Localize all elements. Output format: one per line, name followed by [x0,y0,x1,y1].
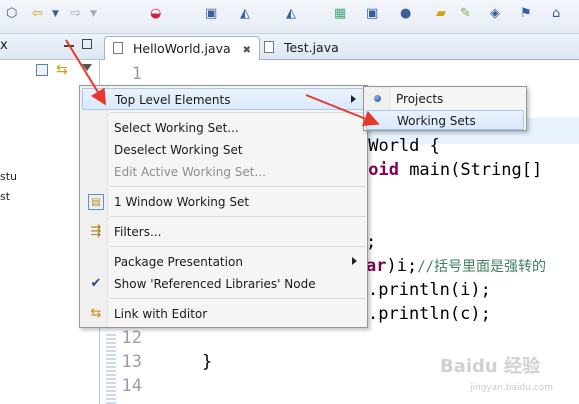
submenu-item-working-sets[interactable]: Working Sets [366,110,524,130]
chevron-down-icon[interactable]: ▼ [52,4,59,24]
menu-item-label: Projects [396,92,444,106]
code-line[interactable]: ar)i;//括号里面是强转的 [366,256,546,276]
checkmark-icon: ✔ [90,276,102,291]
menu-item-label: Deselect Working Set [114,143,243,157]
working-set-icon: ▤ [88,194,104,210]
back-icon[interactable]: ⇦ [32,4,43,24]
toolbar-icon[interactable]: ⚑ [520,4,532,24]
menu-item-label: Show 'Referenced Libraries' Node [114,277,316,291]
menu-item-top-level-elements[interactable]: Top Level Elements [82,88,365,110]
view-context-menu: Top Level Elements Select Working Set...… [79,85,368,328]
menu-separator [110,246,366,247]
radio-selected-icon [374,95,381,102]
toolbar-icon[interactable]: ▣ [205,4,217,24]
line-number: 1 [131,64,142,84]
toolbar-icon[interactable]: ◭ [286,4,296,24]
editor-tabbar: HelloWorld.java ✖ Test.java [100,34,579,60]
view-menu-icon[interactable] [82,64,92,71]
menu-item-filters[interactable]: ⇶ Filters... [82,221,365,243]
toolbar-icon[interactable]: ⬡ [6,4,17,24]
tab-label: Test.java [283,40,339,55]
menu-item-label: Link with Editor [114,307,208,321]
menu-separator [110,186,366,187]
menu-item-show-referenced-libraries[interactable]: ✔ Show 'Referenced Libraries' Node [82,273,365,295]
code-line[interactable]: .println(i); [368,280,491,300]
close-icon[interactable]: ✖ [243,45,251,56]
tree-item[interactable]: st [0,190,10,203]
menu-separator [110,216,366,217]
top-level-elements-submenu: Projects Working Sets [363,86,527,131]
java-file-icon [264,41,274,53]
code-line[interactable]: } [202,352,212,372]
code-line[interactable]: oWorld { [358,136,440,156]
code-line[interactable]: void main(String[] [358,160,542,180]
toolbar-icon[interactable]: ◭ [240,4,250,24]
tab-test[interactable]: Test.java [256,36,347,60]
chevron-down-icon[interactable]: ▼ [90,4,97,24]
link-icon: ⇆ [90,306,102,321]
code-text: main(String[] [398,160,543,180]
toolbar-icon[interactable]: ▣ [366,4,378,24]
submenu-arrow-icon [352,257,357,265]
menu-item-edit-active-working-set: Edit Active Working Set... [82,161,365,183]
menu-item-label: Working Sets [397,114,476,128]
keyword: ar [366,256,387,276]
menu-item-label: 1 Window Working Set [114,195,250,209]
panel-tabbar: x [0,34,100,60]
tab-label: HelloWorld.java [132,41,231,56]
line-number: 14 [121,376,142,396]
toolbar-icon[interactable]: ✎ [460,4,471,24]
maximize-icon[interactable] [82,39,92,49]
java-file-icon [113,42,123,54]
menu-item-label: Filters... [114,225,162,239]
line-number: 12 [121,328,142,348]
line-number: 13 [121,352,142,372]
tree-item[interactable]: stu [0,170,17,183]
code-line[interactable]: .println(c); [368,304,491,324]
menu-item-window-working-set[interactable]: ▤ 1 Window Working Set [82,191,365,213]
change-ruler [106,334,116,404]
menu-item-package-presentation[interactable]: Package Presentation [82,251,365,273]
toolbar-icon[interactable]: ◈ [490,4,500,24]
menu-item-link-with-editor[interactable]: ⇆ Link with Editor [82,303,365,325]
collapse-all-icon[interactable] [36,64,48,76]
panel-toolbar: ⇆ [0,60,100,84]
tab-helloworld[interactable]: HelloWorld.java ✖ [104,36,261,60]
watermark-logo: Baidu 经验 [440,356,541,377]
menu-item-label: Edit Active Working Set... [114,165,266,179]
minimize-icon[interactable] [64,39,74,47]
code-comment: //括号里面是强转的 [417,259,547,275]
watermark-url: jingyan.baidu.com [470,383,554,393]
close-icon[interactable]: x [0,38,8,53]
menu-item-label: Select Working Set... [114,121,239,135]
submenu-arrow-icon [351,95,356,103]
menu-item-label: Package Presentation [114,255,243,269]
toolbar-icon[interactable]: ⌂ [552,4,560,24]
submenu-item-projects[interactable]: Projects [366,89,524,109]
folder-icon[interactable]: ▰ [436,4,446,24]
toolbar-icon[interactable]: ▦ [334,4,346,24]
link-icon[interactable]: ⇆ [56,62,68,78]
menu-item-select-working-set[interactable]: Select Working Set... [82,117,365,139]
code-text: )i; [386,256,418,276]
menu-item-deselect-working-set[interactable]: Deselect Working Set [82,139,365,161]
forward-icon[interactable]: ⇨ [70,4,81,24]
filter-icon: ⇶ [90,224,102,239]
main-toolbar: ⬡ ⇦ ▼ ⇨ ▼ ◒ ▣ ◭ ◭ ▦ ▣ ● ▰ ✎ ◈ ⚑ ⌂ [0,0,579,34]
toolbar-icon[interactable]: ◒ [150,4,161,24]
menu-item-label: Top Level Elements [115,93,231,107]
toolbar-icon[interactable]: ● [400,4,411,24]
menu-separator [110,298,366,299]
menu-separator [110,112,366,113]
